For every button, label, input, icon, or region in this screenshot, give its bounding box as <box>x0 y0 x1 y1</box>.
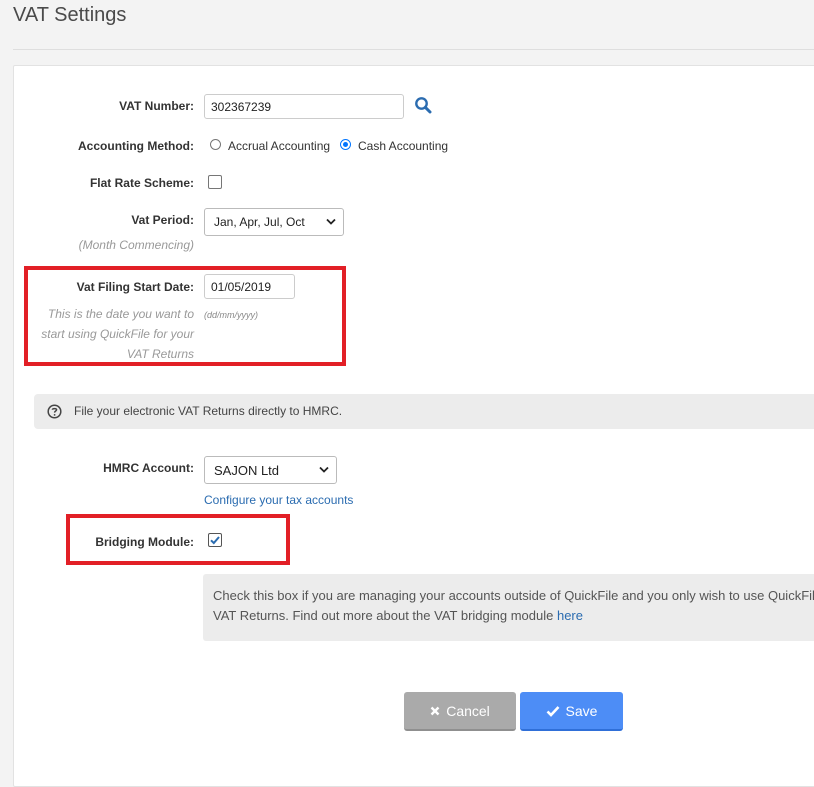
check-icon <box>546 705 559 717</box>
accrual-accounting-label[interactable]: Accrual Accounting <box>228 139 330 153</box>
hmrc-account-select[interactable]: SAJON Ltd <box>204 456 337 484</box>
vat-period-select[interactable]: Jan, Apr, Jul, Oct <box>204 208 344 236</box>
hmrc-account-value: SAJON Ltd <box>214 462 280 478</box>
search-icon[interactable] <box>414 96 432 114</box>
configure-tax-accounts-link[interactable]: Configure your tax accounts <box>204 493 353 507</box>
filing-start-date-label: Vat Filing Start Date: <box>76 280 194 294</box>
vat-period-value: Jan, Apr, Jul, Oct <box>214 215 305 229</box>
flat-rate-scheme-checkbox[interactable] <box>208 175 222 189</box>
question-circle-icon <box>47 404 62 419</box>
cash-accounting-radio[interactable] <box>340 139 351 150</box>
cancel-label: Cancel <box>446 702 490 719</box>
page-title: VAT Settings <box>13 4 127 26</box>
save-label: Save <box>565 702 598 719</box>
bridging-here-link[interactable]: here <box>557 608 583 623</box>
title-divider <box>13 49 814 50</box>
bridging-module-label: Bridging Module: <box>95 535 194 549</box>
flat-rate-scheme-label: Flat Rate Scheme: <box>89 176 194 190</box>
vat-period-label: Vat Period: <box>131 213 194 227</box>
chevron-down-icon <box>326 218 336 225</box>
vat-number-label: VAT Number: <box>119 99 194 113</box>
date-format-hint: (dd/mm/yyyy) <box>204 310 258 320</box>
accounting-method-label: Accounting Method: <box>78 139 194 153</box>
accrual-accounting-radio[interactable] <box>210 139 221 150</box>
bridging-module-checkbox[interactable] <box>208 533 222 547</box>
close-icon <box>430 706 440 715</box>
vat-period-hint: (Month Commencing) <box>78 238 194 252</box>
cancel-button[interactable]: Cancel <box>404 692 516 731</box>
check-icon <box>210 536 220 545</box>
hmrc-account-label: HMRC Account: <box>103 461 194 475</box>
bridging-note-text: Check this box if you are managing your … <box>213 588 814 623</box>
chevron-down-icon <box>319 466 329 473</box>
bridging-note: Check this box if you are managing your … <box>213 586 814 626</box>
cash-accounting-label[interactable]: Cash Accounting <box>358 139 448 153</box>
filing-start-date-input[interactable] <box>204 274 295 299</box>
save-button[interactable]: Save <box>520 692 623 731</box>
filing-start-date-hint: This is the date you want to start using… <box>41 307 194 361</box>
vat-number-input[interactable] <box>204 94 404 119</box>
hmrc-info-text: File your electronic VAT Returns directl… <box>74 404 343 418</box>
